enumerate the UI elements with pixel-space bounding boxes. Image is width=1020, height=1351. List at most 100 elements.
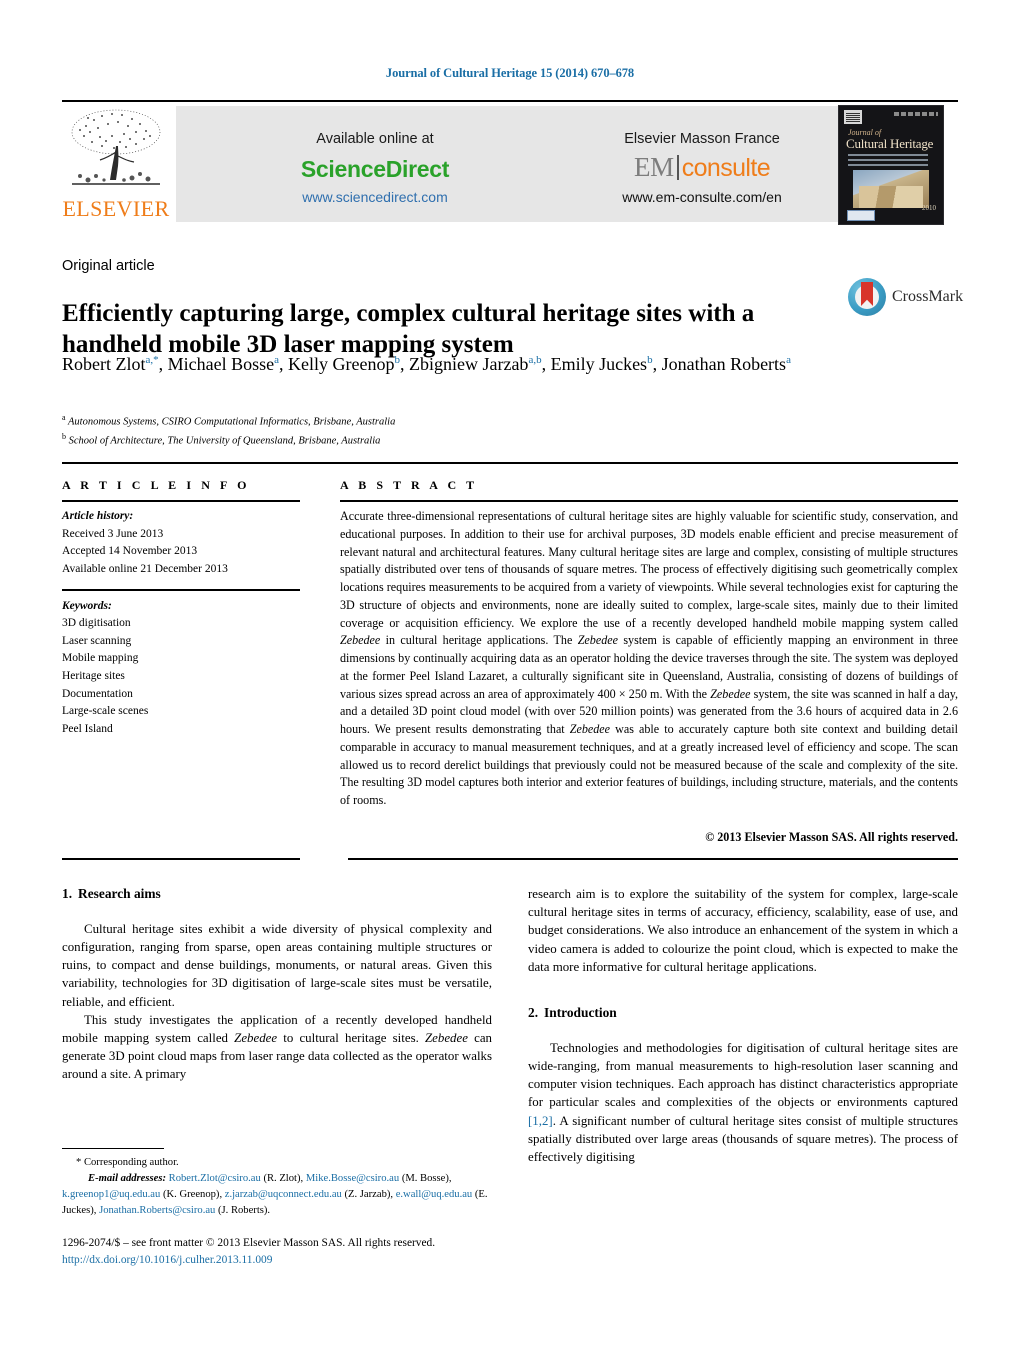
section-title: Research aims — [78, 886, 161, 901]
masthead-band: Available online at ScienceDirect www.sc… — [176, 106, 882, 222]
em-logo-em-text: EM — [633, 152, 674, 182]
section-number: 1. — [62, 886, 73, 901]
abstract-bottom-rule-right — [348, 858, 958, 860]
paragraph-part: to cultural heritage sites. — [277, 1031, 425, 1046]
email-link[interactable]: k.greenop1@uq.edu.au — [62, 1189, 160, 1200]
email-link[interactable]: Robert.Zlot@csiro.au — [169, 1173, 261, 1184]
term-zebedee: Zebedee — [340, 633, 381, 648]
section-heading-introduction: 2. Introduction — [528, 1004, 958, 1023]
em-consulte-logo: EM consulte — [542, 154, 862, 181]
copyright-line: © 2013 Elsevier Masson SAS. All rights r… — [705, 830, 958, 844]
history-available: Available online 21 December 2013 — [62, 562, 228, 575]
cover-masthead-text — [894, 112, 938, 116]
term-zebedee: Zebedee — [569, 722, 611, 737]
history-received: Received 3 June 2013 — [62, 527, 164, 540]
email-owner: (J. Roberts). — [218, 1204, 271, 1216]
journal-cover-thumbnail: Journal of Cultural Heritage 2010 — [838, 105, 944, 225]
body-column-right: research aim is to explore the suitabili… — [528, 885, 958, 1166]
keyword-item: Documentation — [62, 687, 133, 700]
term-zebedee: Zebedee — [710, 686, 751, 701]
section-title: Introduction — [544, 1004, 617, 1020]
available-online-label: Available online at — [316, 131, 434, 147]
paragraph: Cultural heritage sites exhibit a wide d… — [62, 921, 492, 1009]
em-consulte-url-link[interactable]: www.em-consulte.com/en — [542, 189, 862, 205]
sciencedirect-url-link[interactable]: www.sciencedirect.com — [210, 189, 540, 205]
article-type-label: Original article — [62, 258, 155, 274]
keyword-item: Large-scale scenes — [62, 705, 149, 718]
paragraph: Technologies and methodologies for digit… — [528, 1039, 958, 1166]
term-zebedee: Zebedee — [234, 1031, 278, 1046]
email-owner: (Z. Jarzab), — [344, 1188, 394, 1200]
citation-link[interactable]: [1,2] — [528, 1114, 553, 1128]
em-consulte-block: Elsevier Masson France EM consulte www.em… — [542, 106, 862, 222]
cover-subtitle-lines — [848, 153, 928, 166]
affiliation-list: a Autonomous Systems, CSIRO Computationa… — [62, 412, 792, 450]
email-owner: (M. Bosse), — [401, 1172, 452, 1184]
keyword-item: Laser scanning — [62, 634, 132, 647]
elsevier-masson-label: Elsevier Masson France — [624, 131, 780, 147]
doi-link[interactable]: http://dx.doi.org/10.1016/j.culher.2013.… — [62, 1252, 502, 1269]
running-head: Journal of Cultural Heritage 15 (2014) 6… — [385, 66, 635, 80]
cover-photo — [853, 170, 929, 208]
header-divider — [62, 100, 958, 102]
masthead: ELSEVIER Available online at ScienceDire… — [62, 104, 958, 225]
abstract-heading: A B S T R A C T — [340, 478, 478, 492]
cover-barcode-icon — [844, 110, 862, 124]
affiliation-a: a Autonomous Systems, CSIRO Computationa… — [62, 412, 792, 431]
history-accepted: Accepted 14 November 2013 — [62, 545, 198, 558]
sciencedirect-block: Available online at ScienceDirect www.sc… — [210, 106, 540, 222]
email-owner: (R. Zlot), — [263, 1172, 304, 1184]
affiliation-b: b School of Architecture, The University… — [62, 431, 792, 450]
paragraph-part: Technologies and methodologies for digit… — [528, 1040, 958, 1110]
cover-journal-title: Cultural Heritage — [846, 136, 934, 151]
page-title: Efficiently capturing large, complex cul… — [62, 299, 755, 358]
sciencedirect-wordmark: ScienceDirect — [300, 156, 450, 182]
article-info-heading: A R T I C L E I N F O — [62, 478, 251, 492]
corresponding-author-note: * Corresponding author. — [76, 1157, 179, 1168]
email-link[interactable]: Jonathan.Roberts@csiro.au — [99, 1205, 215, 1216]
term-zebedee: Zebedee — [424, 1031, 468, 1046]
section-number: 2. — [528, 1004, 539, 1020]
affiliation-b-mark: b — [62, 431, 66, 441]
em-logo-divider — [676, 155, 679, 180]
email-link[interactable]: z.jarzab@uqconnect.edu.au — [225, 1189, 342, 1200]
keyword-item: Mobile mapping — [62, 652, 139, 665]
paragraph-part: . A significant number of cultural herit… — [528, 1113, 958, 1164]
elsevier-wordmark: ELSEVIER — [62, 196, 170, 221]
keyword-item: 3D digitisation — [62, 617, 131, 630]
title-block-divider — [62, 462, 958, 464]
article-info-rule — [62, 500, 300, 502]
term-zebedee: Zebedee — [577, 633, 618, 648]
email-link[interactable]: e.wall@uq.edu.au — [396, 1189, 473, 1200]
crossmark-badge[interactable]: CrossMark — [848, 278, 964, 318]
keyword-item: Heritage sites — [62, 669, 125, 682]
paper-page: Journal of Cultural Heritage 15 (2014) 6… — [0, 0, 1020, 1351]
keywords-label: Keywords: — [62, 599, 112, 612]
affiliation-a-text: Autonomous Systems, CSIRO Computational … — [68, 416, 396, 428]
footnote-block: * Corresponding author. E-mail addresses… — [62, 1155, 494, 1219]
email-owner: (K. Greenop), — [162, 1188, 223, 1200]
article-history-label: Article history: — [62, 510, 134, 522]
footnote-rule — [62, 1148, 164, 1150]
abstract-bottom-rule-left — [62, 858, 300, 860]
keyword-item: Peel Island — [62, 722, 113, 735]
elsevier-tree-icon — [66, 106, 166, 194]
email-link[interactable]: Mike.Bosse@csiro.au — [306, 1173, 399, 1184]
email-addresses-line: E-mail addresses: Robert.Zlot@csiro.au (… — [62, 1171, 494, 1219]
issn-line: 1296-2074/$ – see front matter © 2013 El… — [62, 1237, 436, 1249]
affiliation-a-mark: a — [62, 413, 66, 422]
abstract-rule — [340, 500, 958, 502]
em-logo-consulte-text: consulte — [681, 154, 771, 182]
author-list: Robert Zlota,*, Michael Bossea, Kelly Gr… — [62, 354, 791, 374]
body-column-left: 1. Research aims Cultural heritage sites … — [62, 885, 492, 1084]
affiliation-b-text: School of Architecture, The University o… — [68, 435, 381, 447]
paragraph: This study investigates the application … — [62, 1011, 492, 1084]
cover-publisher-badge — [847, 210, 875, 221]
section-heading-research-aims: 1. Research aims — [62, 885, 492, 904]
email-addresses-label: E-mail addresses: — [88, 1172, 166, 1184]
elsevier-logo: ELSEVIER — [62, 104, 170, 224]
abstract-text: Accurate three-dimensional representatio… — [340, 509, 959, 808]
crossmark-label: CrossMark — [892, 288, 964, 305]
issn-block: 1296-2074/$ – see front matter © 2013 El… — [62, 1235, 502, 1269]
article-info-column: Article history: Received 3 June 2013 Ac… — [62, 508, 312, 738]
